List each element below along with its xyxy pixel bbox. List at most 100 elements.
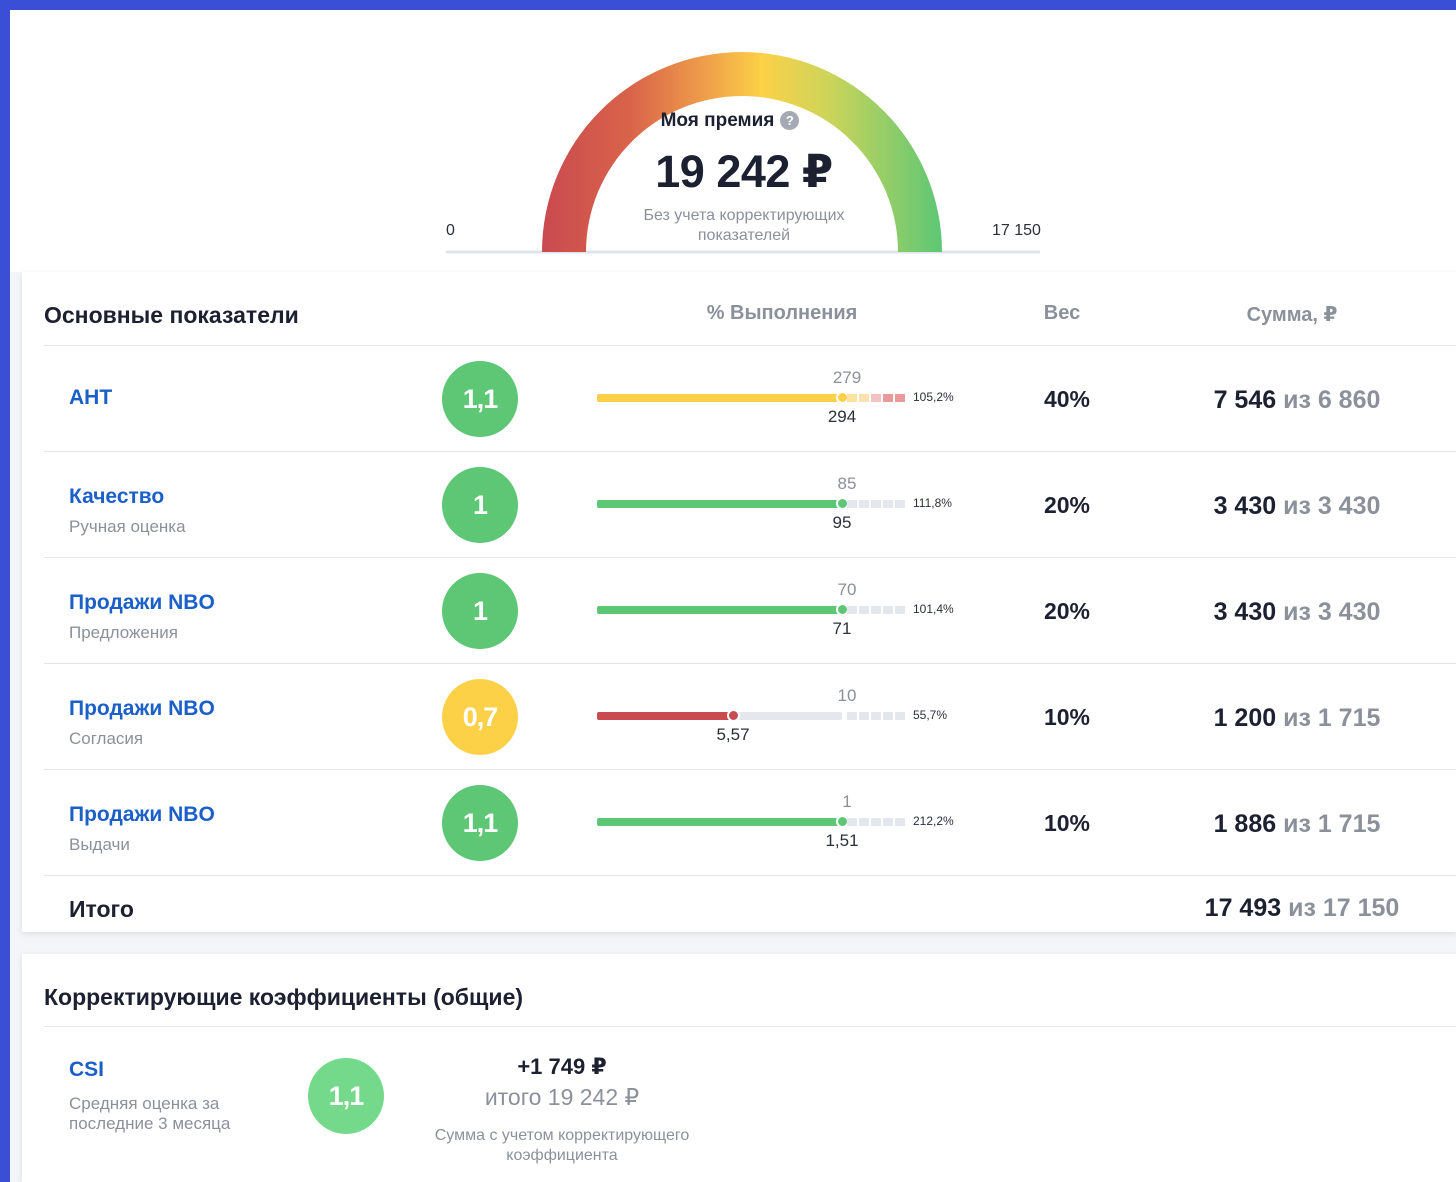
sum-value: 7 546 из 6 860 xyxy=(1172,386,1422,415)
sum-of: из 6 860 xyxy=(1283,386,1381,414)
csi-note: Сумма с учетом корректирующего коэффицие… xyxy=(434,1127,690,1164)
completion-percent: 111,8% xyxy=(913,496,952,510)
sum-amount: 3 430 xyxy=(1213,492,1277,520)
help-icon[interactable]: ? xyxy=(780,111,800,130)
gauge-title-text: Моя премия xyxy=(660,110,775,131)
sum-amount: 1 200 xyxy=(1213,704,1277,732)
csi-coefficient-badge: 1,1 xyxy=(308,1058,384,1134)
indicator-subtitle: Согласия xyxy=(69,729,144,748)
weight-value: 10% xyxy=(1043,704,1091,730)
plan-value: 1 xyxy=(842,792,852,811)
bar-fill xyxy=(597,606,842,614)
bar-fill xyxy=(597,712,733,720)
plan-value: 279 xyxy=(832,368,862,387)
sum-amount: 3 430 xyxy=(1213,598,1277,626)
indicator-row: Качество Ручная оценка 1 85 111,8% 95 20% 3 430… xyxy=(22,452,1456,558)
indicator-row: Продажи NBO Согласия 0,7 10 55,7% 5,57 10% 1 20… xyxy=(22,664,1456,770)
indicator-row: АНТ 1,1 279 105,2% 294 40% 7 546 из 6 860 xyxy=(22,346,1456,452)
weight-value: 40% xyxy=(1043,386,1091,412)
completion-bar: 85 111,8% 95 xyxy=(597,452,997,558)
main-indicators-title: Основные показатели xyxy=(44,302,299,328)
weight-value: 10% xyxy=(1043,810,1091,836)
fact-value: 71 xyxy=(832,619,852,638)
indicator-subtitle: Ручная оценка xyxy=(69,517,186,536)
gauge-value: 19 242 ₽ xyxy=(655,146,833,197)
completion-percent: 105,2% xyxy=(913,390,954,404)
plan-value: 70 xyxy=(837,580,857,599)
gauge-max-label: 17 150 xyxy=(992,222,1041,239)
csi-bonus-delta: +1 749 ₽ xyxy=(517,1054,607,1079)
csi-subtitle: Средняя оценка за последние 3 месяца xyxy=(69,1094,231,1133)
sum-of: из 1 715 xyxy=(1283,704,1381,732)
main-indicators-card: Основные показатели % Выполнения Вес Сум… xyxy=(22,272,1456,932)
indicator-row: Продажи NBO Предложения 1 70 101,4% 71 20% 3 43… xyxy=(22,558,1456,664)
plan-value: 85 xyxy=(837,474,857,493)
fact-value: 1,51 xyxy=(825,831,859,850)
corrections-title: Корректирующие коэффициенты (общие) xyxy=(44,984,524,1010)
bar-overflow xyxy=(847,712,907,720)
indicator-row: Продажи NBO Выдачи 1,1 1 212,2% 1,51 10% 1 886 … xyxy=(22,770,1456,876)
bar-track xyxy=(597,391,849,404)
sum-of: из 3 430 xyxy=(1283,492,1381,520)
sum-amount: 7 546 xyxy=(1213,386,1277,414)
indicator-name-link[interactable]: АНТ xyxy=(69,386,112,410)
csi-total: итого 19 242 ₽ xyxy=(484,1084,640,1110)
gauge-title: Моя премия? xyxy=(630,110,830,132)
completion-column-header: % Выполнения xyxy=(706,302,858,324)
indicator-name-link[interactable]: Продажи NBO xyxy=(69,803,215,827)
coefficient-badge: 1 xyxy=(442,467,518,543)
coefficient-badge: 0,7 xyxy=(442,679,518,755)
row-divider xyxy=(44,875,1456,876)
sum-of: из 1 715 xyxy=(1283,810,1381,838)
coefficient-badge: 1,1 xyxy=(442,361,518,437)
bar-fill xyxy=(597,500,842,508)
coefficient-badge: 1 xyxy=(442,573,518,649)
bar-track xyxy=(597,497,849,510)
completion-percent: 212,2% xyxy=(913,814,954,828)
sum-of: из 3 430 xyxy=(1283,598,1381,626)
plan-value: 10 xyxy=(837,686,857,705)
sum-value: 1 886 из 1 715 xyxy=(1172,810,1422,839)
bar-track xyxy=(597,815,849,828)
bar-fill xyxy=(597,394,842,402)
bar-overflow xyxy=(847,500,907,508)
bar-overflow xyxy=(847,818,907,826)
bar-fill xyxy=(597,818,842,826)
corrections-card: Корректирующие коэффициенты (общие) CSI … xyxy=(22,954,1456,1182)
fact-value: 5,57 xyxy=(716,725,750,744)
total-label: Итого xyxy=(69,896,134,922)
fact-value: 95 xyxy=(832,513,852,532)
bar-overflow xyxy=(847,394,907,402)
sum-value: 3 430 из 3 430 xyxy=(1172,492,1422,521)
corrections-divider xyxy=(44,1026,1456,1027)
bar-overflow xyxy=(847,606,907,614)
indicator-name-link[interactable]: Качество xyxy=(69,485,164,509)
page-frame: Моя премия? 19 242 ₽ Без учета корректир… xyxy=(10,10,1456,1182)
bonus-gauge-section: Моя премия? 19 242 ₽ Без учета корректир… xyxy=(10,10,1456,272)
coefficient-badge: 1,1 xyxy=(442,785,518,861)
csi-link[interactable]: CSI xyxy=(69,1058,104,1082)
total-sum: 17 493 из 17 150 xyxy=(1172,894,1432,923)
bar-track xyxy=(597,709,842,722)
indicator-subtitle: Выдачи xyxy=(69,835,130,854)
total-sum-of: из 17 150 xyxy=(1288,894,1400,922)
completion-bar: 70 101,4% 71 xyxy=(597,558,997,664)
indicator-name-link[interactable]: Продажи NBO xyxy=(69,591,215,615)
indicator-subtitle: Предложения xyxy=(69,623,178,642)
completion-bar: 10 55,7% 5,57 xyxy=(597,664,997,770)
completion-bar: 279 105,2% 294 xyxy=(597,346,997,452)
completion-percent: 55,7% xyxy=(913,708,948,722)
weight-value: 20% xyxy=(1043,598,1091,624)
gauge-note: Без учета корректирующих показателей xyxy=(643,207,845,244)
indicator-name-link[interactable]: Продажи NBO xyxy=(69,697,215,721)
weight-column-header: Вес xyxy=(1043,302,1081,324)
gauge-min-label: 0 xyxy=(446,222,455,239)
completion-percent: 101,4% xyxy=(913,602,954,616)
bar-marker xyxy=(727,709,740,722)
sum-column-header: Сумма, ₽ xyxy=(1246,304,1338,326)
bar-track xyxy=(597,603,849,616)
weight-value: 20% xyxy=(1043,492,1091,518)
total-sum-value: 17 493 xyxy=(1204,894,1282,922)
fact-value: 294 xyxy=(827,407,857,426)
sum-value: 3 430 из 3 430 xyxy=(1172,598,1422,627)
